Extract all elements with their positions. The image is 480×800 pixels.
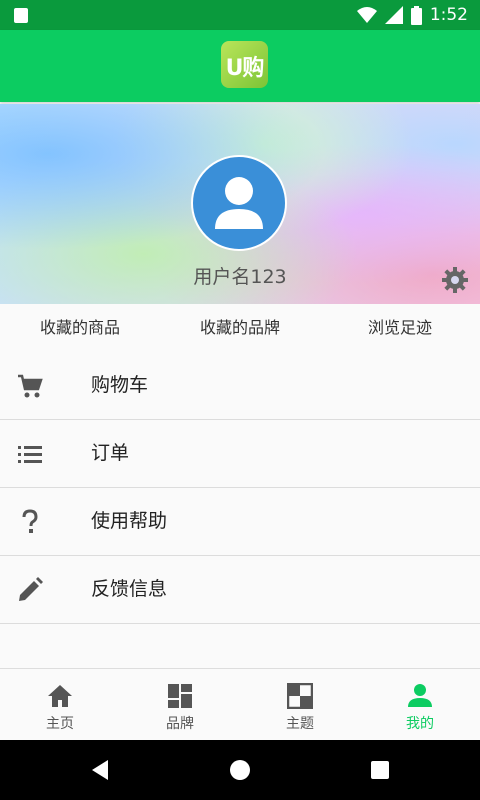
menu-item-cart[interactable]: 购物车 [0, 352, 480, 420]
browse-history-link[interactable]: 浏览足迹 [320, 304, 480, 352]
tab-label: 主题 [286, 716, 314, 732]
menu-item-label: 使用帮助 [91, 510, 168, 532]
settings-gear-icon[interactable] [441, 266, 469, 294]
pencil-icon [19, 577, 43, 601]
tab-brand[interactable]: 品牌 [120, 669, 240, 741]
battery-icon [410, 5, 422, 25]
menu-item-help[interactable]: 使用帮助 [0, 488, 480, 556]
system-nav-bar [0, 740, 480, 800]
dashboard-icon [168, 684, 192, 708]
avatar[interactable] [191, 155, 287, 251]
status-bar: 1:52 [0, 0, 480, 30]
sd-card-icon [14, 8, 28, 23]
recents-icon[interactable] [370, 760, 390, 780]
list-icon [18, 446, 42, 463]
favorite-products-link[interactable]: 收藏的商品 [0, 304, 160, 352]
person-icon [215, 177, 263, 229]
checkerboard-icon [287, 683, 313, 709]
username: 用户名123 [193, 266, 287, 288]
cart-icon [18, 374, 43, 398]
tab-home[interactable]: 主页 [0, 669, 120, 741]
menu-list: 购物车 订单 使用帮助 反馈信息 [0, 352, 480, 624]
bottom-tab-bar: 主页 品牌 主题 我的 [0, 668, 480, 741]
menu-item-label: 反馈信息 [91, 578, 168, 600]
shortcut-bar: 收藏的商品 收藏的品牌 浏览足迹 [0, 304, 480, 352]
signal-icon [384, 6, 403, 24]
tab-theme[interactable]: 主题 [240, 669, 360, 741]
home-icon [48, 685, 72, 707]
menu-item-label: 订单 [91, 442, 130, 464]
tab-label: 我的 [406, 716, 434, 732]
favorite-brands-link[interactable]: 收藏的品牌 [160, 304, 320, 352]
question-mark-icon [22, 509, 38, 533]
back-icon[interactable] [90, 759, 110, 781]
clock: 1:52 [429, 5, 468, 25]
menu-item-orders[interactable]: 订单 [0, 420, 480, 488]
home-button-icon[interactable] [229, 759, 251, 781]
app-logo: U购 [221, 41, 268, 88]
menu-item-label: 购物车 [91, 374, 149, 396]
tab-label: 主页 [46, 716, 74, 732]
menu-item-feedback[interactable]: 反馈信息 [0, 556, 480, 624]
wifi-icon [356, 7, 377, 23]
person-icon [408, 684, 432, 707]
tab-mine[interactable]: 我的 [360, 669, 480, 741]
tab-label: 品牌 [166, 716, 194, 732]
